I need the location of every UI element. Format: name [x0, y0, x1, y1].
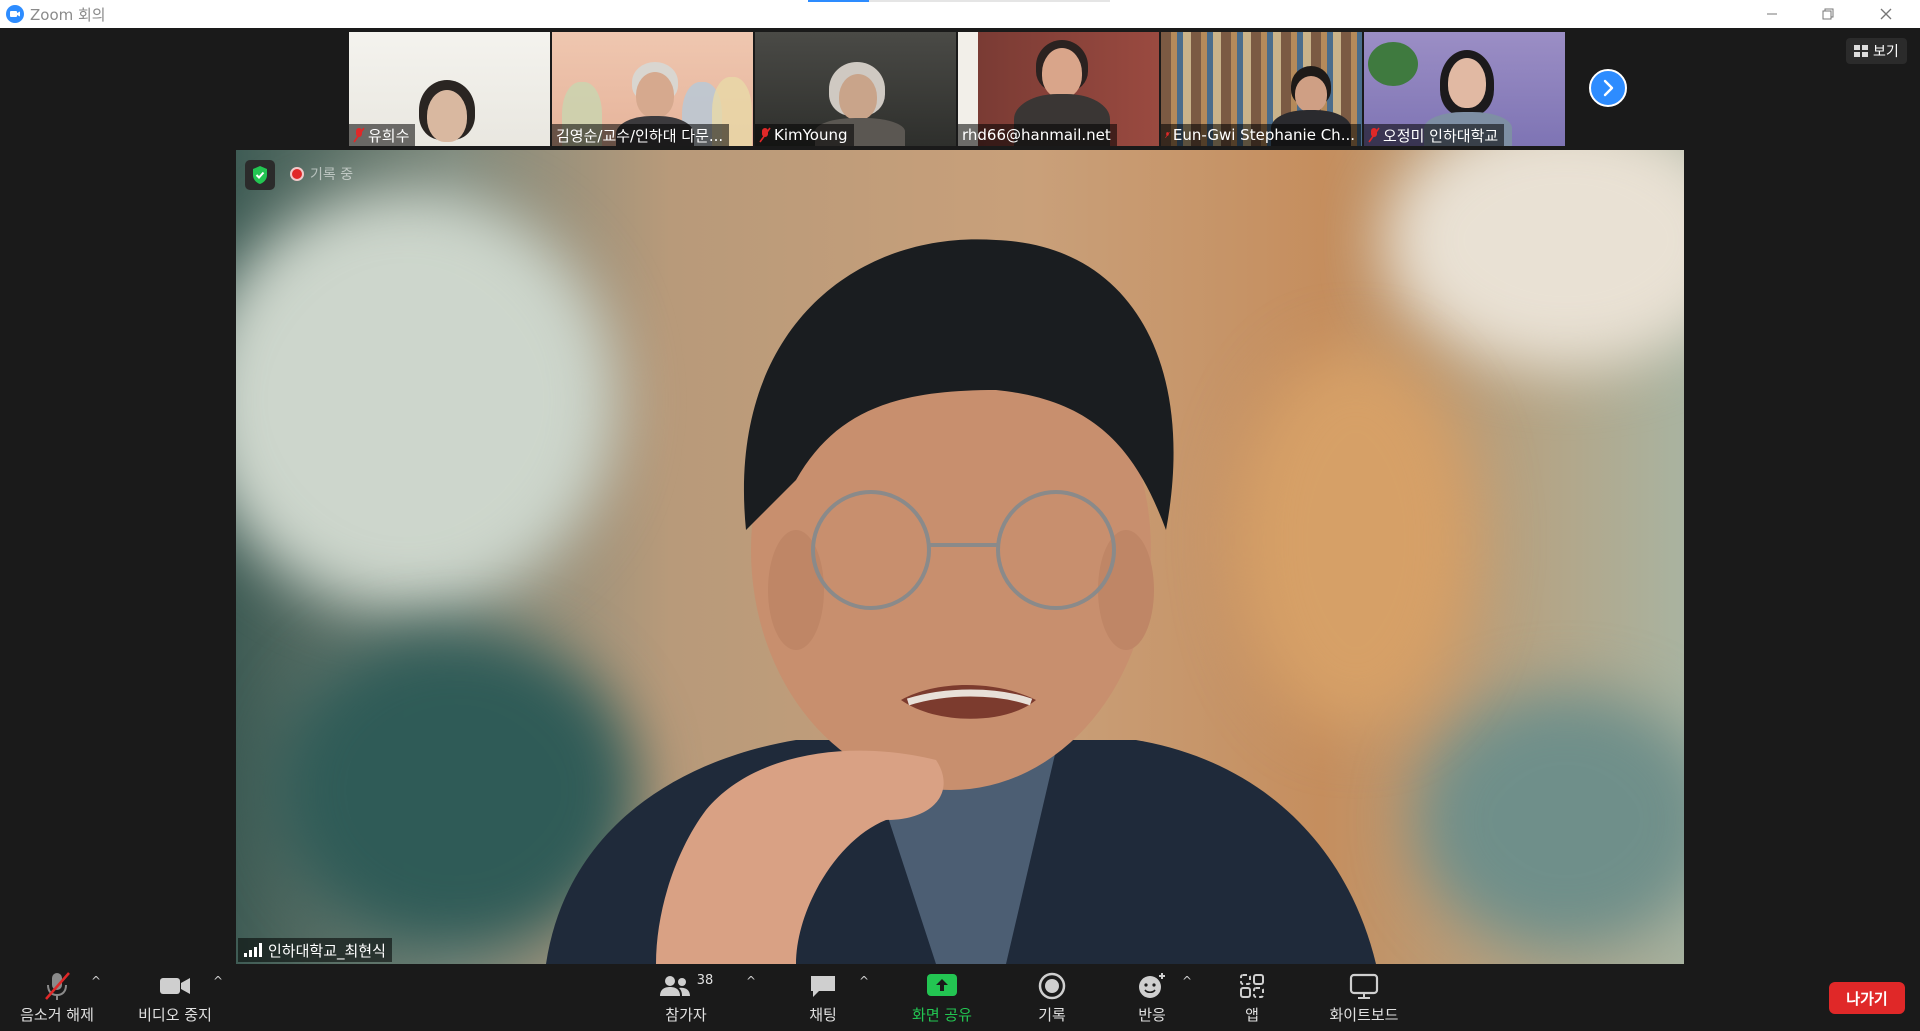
record-label: 기록: [1038, 1005, 1066, 1024]
whiteboard-icon: [1349, 973, 1379, 999]
window-title: Zoom 회의: [30, 5, 106, 24]
title-bar: Zoom 회의: [0, 0, 1920, 28]
participant-name: Eun-Gwi Stephanie Ch...: [1172, 126, 1355, 144]
participant-name: 김영순/교수/인하대 다문...: [556, 126, 724, 145]
unmute-label: 음소거 해제: [20, 1005, 94, 1024]
grid-view-icon: [1854, 45, 1868, 57]
speaker-name-tag: 인하대학교_최현식: [238, 938, 392, 962]
participants-icon: [659, 975, 690, 996]
unmute-button[interactable]: 음소거 해제: [14, 964, 100, 1031]
recording-dot-icon: [290, 167, 304, 181]
apps-icon: [1240, 973, 1264, 998]
whiteboard-label: 화이트보드: [1329, 1005, 1399, 1024]
record-icon: [1038, 972, 1066, 999]
speaker-figure: [546, 239, 1376, 964]
mic-muted-icon: [759, 127, 771, 143]
microphone-muted-icon: [45, 971, 70, 1000]
stop-video-button[interactable]: 비디오 중지: [130, 964, 220, 1031]
participant-tile[interactable]: 오정미 인하대학교: [1364, 32, 1565, 146]
video-camera-icon: [160, 977, 190, 994]
chevron-right-icon: [1603, 79, 1614, 97]
emoji-reaction-icon: [1139, 972, 1165, 998]
participants-options-caret-icon[interactable]: ^: [746, 974, 756, 988]
chat-bubble-icon: [811, 975, 835, 997]
participant-name: 유희수: [368, 126, 410, 145]
shield-icon: [253, 166, 267, 184]
participant-tile[interactable]: Eun-Gwi Stephanie Ch...: [1161, 32, 1362, 146]
reactions-button[interactable]: 반응: [1122, 964, 1182, 1031]
chat-options-caret-icon[interactable]: ^: [859, 974, 869, 988]
participant-name: 오정미 인하대학교: [1383, 126, 1499, 145]
view-button-label: 보기: [1873, 44, 1899, 60]
participants-label: 참가자: [665, 1005, 707, 1024]
speaker-name: 인하대학교_최현식: [268, 941, 386, 960]
leave-meeting-button[interactable]: 나가기: [1829, 982, 1905, 1014]
zoom-logo-icon: [6, 5, 24, 23]
chat-button[interactable]: 채팅: [791, 964, 855, 1031]
apps-label: 앱: [1245, 1005, 1259, 1024]
recording-indicator: 기록 중: [290, 164, 353, 184]
reactions-label: 반응: [1138, 1005, 1166, 1024]
recording-label: 기록 중: [310, 167, 354, 183]
participant-tile[interactable]: 유희수: [349, 32, 550, 146]
share-screen-icon: [927, 973, 957, 996]
participant-tile[interactable]: 김영순/교수/인하대 다문...: [552, 32, 753, 146]
apps-button[interactable]: 앱: [1224, 964, 1280, 1031]
close-button[interactable]: [1858, 0, 1914, 28]
next-page-button[interactable]: [1589, 69, 1627, 107]
restore-icon: [1822, 8, 1834, 20]
participant-tile[interactable]: KimYoung: [755, 32, 956, 146]
meeting-toolbar: 음소거 해제 ^ 비디오 중지 ^ 38 참가자 ^ 채팅 ^ 화면 공유 기록: [0, 964, 1920, 1031]
record-button[interactable]: 기록: [1022, 964, 1082, 1031]
participant-name: KimYoung: [774, 126, 848, 144]
mic-muted-icon: [353, 127, 365, 143]
minimize-icon: [1767, 13, 1777, 15]
participants-count: 38: [696, 973, 714, 988]
reactions-options-caret-icon[interactable]: ^: [1182, 974, 1192, 988]
video-options-caret-icon[interactable]: ^: [213, 974, 223, 988]
view-button[interactable]: 보기: [1846, 38, 1907, 64]
view-tab-indicator: [808, 0, 1110, 2]
stop-video-label: 비디오 중지: [138, 1005, 212, 1024]
restore-button[interactable]: [1800, 0, 1856, 28]
active-speaker-video: [236, 150, 1684, 964]
participant-thumbnail-strip: 유희수 김영순/교수/인하대 다문... KimYoung rhd66@hanm…: [349, 32, 1565, 146]
close-icon: [1880, 8, 1892, 20]
participants-button[interactable]: 38 참가자: [652, 964, 720, 1031]
mic-muted-icon: [1165, 131, 1170, 139]
share-screen-button[interactable]: 화면 공유: [902, 964, 982, 1031]
audio-options-caret-icon[interactable]: ^: [91, 974, 101, 988]
mic-muted-icon: [1368, 127, 1380, 143]
security-badge[interactable]: [245, 160, 275, 190]
chat-label: 채팅: [809, 1005, 837, 1024]
whiteboard-button[interactable]: 화이트보드: [1322, 964, 1406, 1031]
share-screen-label: 화면 공유: [912, 1005, 972, 1024]
signal-strength-icon: [244, 943, 262, 957]
participant-name: rhd66@hanmail.net: [962, 126, 1111, 144]
minimize-button[interactable]: [1744, 0, 1800, 28]
participant-tile[interactable]: rhd66@hanmail.net: [958, 32, 1159, 146]
